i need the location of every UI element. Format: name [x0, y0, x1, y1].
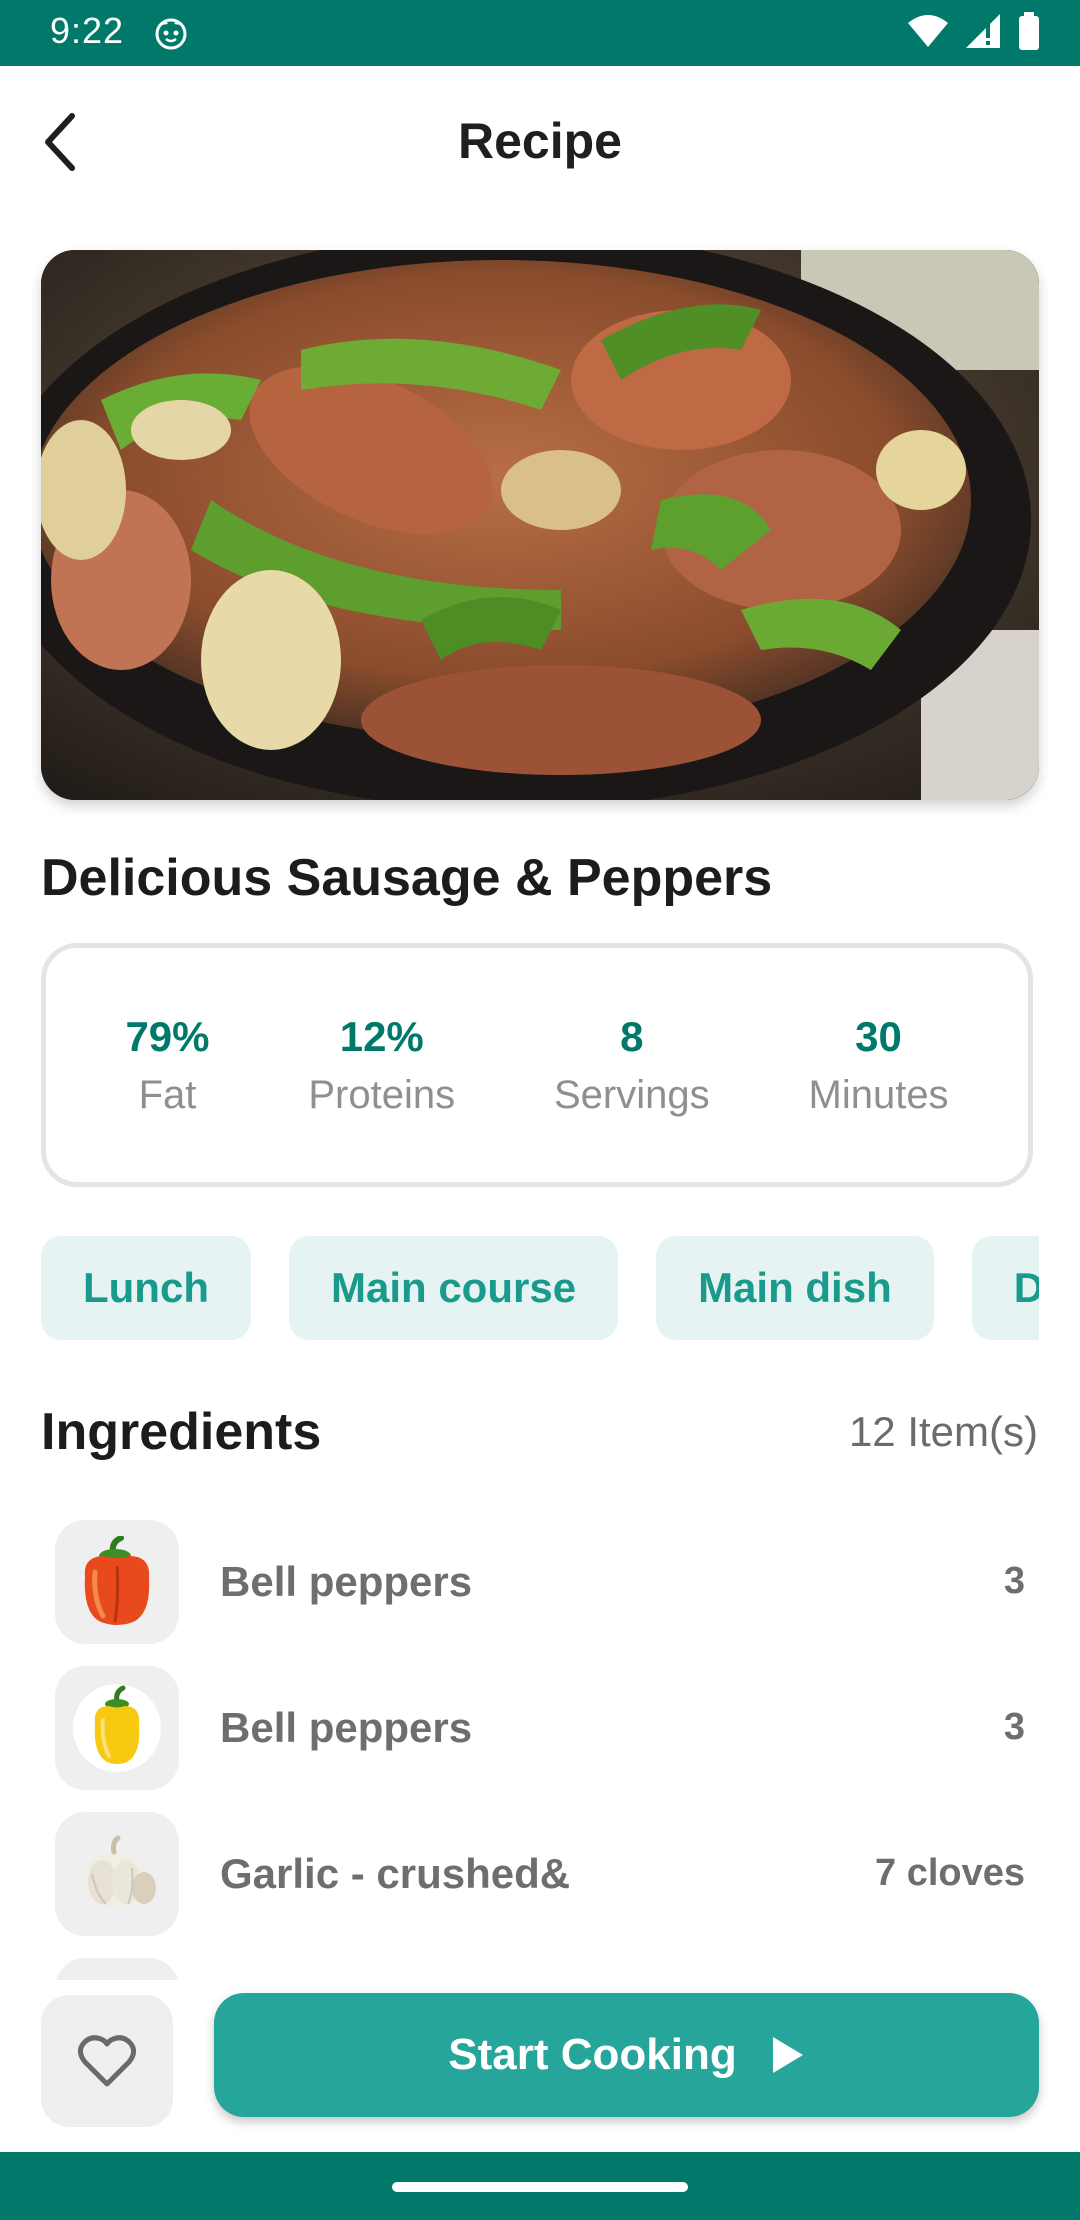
status-time: 9:22 [50, 10, 125, 51]
ingredient-item[interactable]: Bell peppers 3 [55, 1520, 1025, 1644]
top-app-bar: Recipe [0, 66, 1080, 226]
ingredients-count: 12 Item(s) [848, 1408, 1038, 1455]
ingredient-name: Garlic - crushed& [220, 1850, 571, 1897]
stat-value: 79% [125, 1012, 210, 1060]
stat-label: Servings [554, 1072, 710, 1117]
battery-icon [1019, 12, 1039, 50]
play-icon [772, 2037, 803, 2073]
ingredient-thumbnail [55, 1666, 179, 1790]
ingredient-quantity: 7 cloves [875, 1852, 1025, 1894]
bottom-action-bar: Start Cooking [0, 1980, 1080, 2152]
ingredient-name: Bell peppers [220, 1558, 473, 1605]
category-tags: Lunch Main course Main dish Dinner [41, 1236, 1039, 1340]
stat-label: Proteins [308, 1072, 456, 1117]
stat-value: 12% [339, 1012, 424, 1060]
tag-lunch[interactable]: Lunch [41, 1236, 251, 1340]
stat-label: Fat [138, 1072, 197, 1117]
stat-fat: 79% Fat [125, 1013, 209, 1118]
ingredient-thumbnail [55, 1958, 179, 1982]
tag-main-course[interactable]: Main course [288, 1236, 619, 1340]
red-bell-pepper-icon [84, 1536, 150, 1625]
heart-icon [77, 2035, 137, 2087]
tag-dinner[interactable]: Dinner [971, 1236, 1039, 1340]
yellow-bell-pepper-icon [73, 1684, 161, 1772]
favorite-button[interactable] [41, 1995, 173, 2127]
stat-minutes: 30 Minutes [809, 1013, 949, 1118]
ingredient-name: Bell peppers [220, 1704, 473, 1751]
start-cooking-label: Start Cooking [448, 2030, 737, 2079]
ingredient-item[interactable]: Garlic - crushed& 7 cloves [55, 1812, 1025, 1936]
recipe-title: Delicious Sausage & Peppers [41, 849, 773, 907]
stat-label: Minutes [808, 1072, 949, 1117]
ingredient-item[interactable]: Bell peppers 3 [55, 1666, 1025, 1790]
tag-main-dish[interactable]: Main dish [656, 1236, 934, 1340]
home-indicator[interactable] [392, 2182, 688, 2192]
status-bar: 9:22 [0, 0, 1080, 66]
stat-proteins: 12% Proteins [308, 1013, 455, 1118]
status-icons [906, 12, 1040, 50]
app-notification-icon [155, 18, 187, 50]
garlic-icon [82, 1835, 156, 1908]
wifi-icon [908, 15, 948, 47]
ingredient-thumbnail [55, 1812, 179, 1936]
recipe-image [41, 250, 1039, 800]
stat-servings: 8 Servings [554, 1013, 710, 1118]
start-cooking-button[interactable]: Start Cooking [214, 1993, 1039, 2117]
signal-icon [966, 14, 1000, 48]
ingredient-quantity: 3 [1003, 1560, 1025, 1602]
ingredient-thumbnail [55, 1520, 179, 1644]
stat-value: 30 [855, 1012, 902, 1060]
sausage-and-peppers-photo [41, 250, 1039, 800]
ingredients-heading: Ingredients [41, 1403, 322, 1461]
system-navigation-bar [0, 2152, 1080, 2220]
recipe-screen: 9:22 Recipe Delicious Sausage & Peppers … [0, 0, 1080, 2220]
nutrition-stats-card: 79% Fat 12% Proteins 8 Servings 30 Minut… [41, 943, 1033, 1187]
ingredient-list: Bell peppers 3 Bell peppers 3 Garlic - c… [0, 1512, 1080, 1982]
ingredient-quantity: 3 [1003, 1706, 1025, 1748]
ingredient-item[interactable] [55, 1958, 1025, 1982]
page-title: Recipe [458, 113, 622, 169]
stat-value: 8 [620, 1012, 644, 1060]
